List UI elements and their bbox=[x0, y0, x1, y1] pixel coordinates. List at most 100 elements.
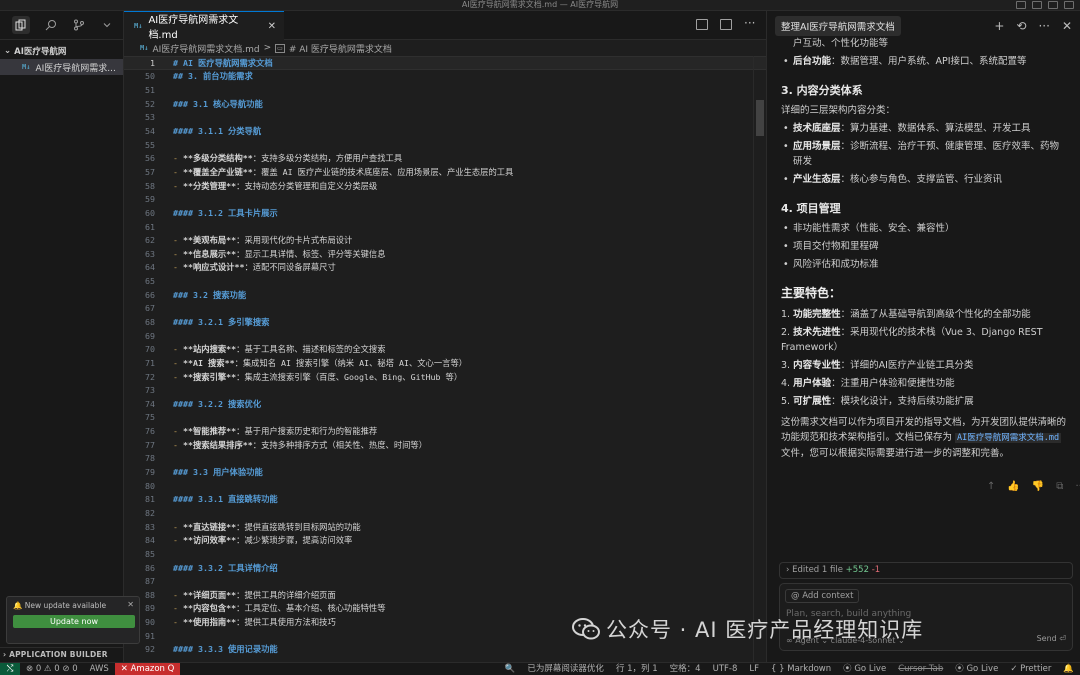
chevron-down-icon[interactable] bbox=[100, 18, 114, 32]
notifications-icon[interactable]: 🔔 bbox=[1057, 663, 1080, 675]
code-line[interactable]: 57- **覆盖全产业链**：覆盖 AI 医疗产业链的技术底座层、应用场景层、产… bbox=[124, 165, 766, 179]
code-line[interactable]: 55 bbox=[124, 138, 766, 152]
aws-status[interactable]: AWS bbox=[84, 663, 115, 675]
title-bar: AI医疗导航网需求文档.md — AI医疗导航网 bbox=[0, 0, 1080, 11]
code-line[interactable]: 53 bbox=[124, 111, 766, 125]
code-line[interactable]: 50 ## 3. 前台功能需求 bbox=[124, 70, 766, 84]
code-line[interactable]: 87 bbox=[124, 574, 766, 588]
code-line[interactable]: 79 ### 3.3 用户体验功能 bbox=[124, 465, 766, 479]
encoding[interactable]: UTF-8 bbox=[707, 663, 744, 675]
explorer-icon[interactable] bbox=[12, 16, 30, 34]
remote-icon[interactable]: ⤭ bbox=[0, 662, 20, 675]
code-line[interactable]: 77- **搜索结果排序**：支持多种排序方式（相关性、热度、时间等） bbox=[124, 438, 766, 452]
split-editor-icon[interactable] bbox=[720, 19, 732, 30]
customize-layout-icon[interactable] bbox=[1064, 1, 1074, 9]
line-number: 56 bbox=[145, 153, 155, 164]
code-line[interactable]: 56- **多级分类结构**：支持多级分类结构，方便用户查找工具 bbox=[124, 151, 766, 165]
code-line[interactable]: 75 bbox=[124, 411, 766, 425]
folder-root[interactable]: ⌄ AI医疗导航网 bbox=[0, 43, 123, 59]
file-link[interactable]: AI医疗导航网需求文档.md bbox=[955, 433, 1062, 443]
code-line[interactable]: 1 # AI 医疗导航网需求文档 bbox=[124, 56, 766, 70]
code-line[interactable]: 65 bbox=[124, 274, 766, 288]
line-ending[interactable]: LF bbox=[743, 663, 765, 675]
close-icon[interactable]: ✕ bbox=[1062, 19, 1072, 33]
code-line[interactable]: 78 bbox=[124, 452, 766, 466]
code-line[interactable]: 69 bbox=[124, 329, 766, 343]
code-line[interactable]: 67 bbox=[124, 302, 766, 316]
close-icon[interactable]: ✕ bbox=[127, 600, 134, 609]
code-line[interactable]: 82 bbox=[124, 506, 766, 520]
summary-text: 文件，您可以根据实际需要进行进一步的调整和完善。 bbox=[781, 448, 1010, 459]
edited-files-summary[interactable]: › Edited 1 file +552 -1 bbox=[779, 562, 1073, 579]
history-icon[interactable]: ⟲ bbox=[1016, 19, 1026, 33]
code-line[interactable]: 76- **智能推荐**：基于用户搜索历史和行为的智能推荐 bbox=[124, 424, 766, 438]
cursor-position[interactable]: 行 1，列 1 bbox=[610, 663, 664, 675]
send-button[interactable]: Send ⏎ bbox=[1037, 634, 1066, 643]
code-line[interactable]: 64- **响应式设计**：适配不同设备屏幕尺寸 bbox=[124, 261, 766, 275]
close-icon[interactable]: ✕ bbox=[268, 21, 276, 32]
code-line[interactable]: 73 bbox=[124, 383, 766, 397]
tab-requirements-doc[interactable]: M↓ AI医疗导航网需求文档.md ✕ bbox=[124, 11, 284, 41]
code-line[interactable]: 70- **站内搜索**：基于工具名称、描述和标签的全文搜索 bbox=[124, 342, 766, 356]
zoom-icon[interactable]: 🔍 bbox=[499, 663, 522, 675]
indentation[interactable]: 空格：4 bbox=[664, 663, 707, 675]
scroll-top-icon[interactable]: ↑ bbox=[987, 481, 995, 492]
code-line[interactable]: 52 ### 3.1 核心导航功能 bbox=[124, 97, 766, 111]
thumbs-up-icon[interactable]: 👍 bbox=[1007, 481, 1019, 492]
line-content: - **详细页面**：提供工具的详细介绍页面 bbox=[155, 589, 336, 601]
code-line[interactable]: 63- **信息展示**：显示工具详情、标签、评分等关键信息 bbox=[124, 247, 766, 261]
more-actions-icon[interactable]: ··· bbox=[1075, 481, 1080, 492]
go-live-status[interactable]: ⦿ Go Live bbox=[949, 663, 1004, 675]
problems-indicator[interactable]: ⊗ 0 ⚠ 0 ⊘ 0 bbox=[20, 663, 84, 675]
copy-icon[interactable]: ⧉ bbox=[1056, 481, 1063, 492]
code-line[interactable]: 72- **搜索引擎**：集成主流搜索引擎（百度、Google、Bing、Git… bbox=[124, 370, 766, 384]
code-line[interactable]: 81 #### 3.3.1 直接跳转功能 bbox=[124, 493, 766, 507]
code-line[interactable]: 61 bbox=[124, 220, 766, 234]
add-context-button[interactable]: @ Add context bbox=[785, 589, 860, 603]
code-line[interactable]: 62- **美观布局**：采用现代化的卡片式布局设计 bbox=[124, 233, 766, 247]
file-item[interactable]: M↓ AI医疗导航网需求... bbox=[0, 59, 123, 75]
source-control-icon[interactable] bbox=[72, 18, 86, 32]
search-icon[interactable] bbox=[44, 18, 58, 32]
vertical-scrollbar[interactable] bbox=[756, 100, 764, 136]
code-line[interactable]: 68 #### 3.2.1 多引擎搜索 bbox=[124, 315, 766, 329]
code-line[interactable]: 84- **访问效率**：减少繁琐步骤，提高访问效率 bbox=[124, 533, 766, 547]
list-dash: - bbox=[173, 344, 183, 355]
code-line[interactable]: 83- **直达链接**：提供直接跳转到目标网站的功能 bbox=[124, 520, 766, 534]
open-preview-icon[interactable] bbox=[696, 19, 708, 30]
application-builder-section[interactable]: › APPLICATION BUILDER bbox=[0, 647, 124, 659]
code-line[interactable]: 54 #### 3.1.1 分类导航 bbox=[124, 124, 766, 138]
breadcrumb-heading[interactable]: # AI 医疗导航网需求文档 bbox=[289, 42, 392, 55]
code-line[interactable]: 71- **AI 搜索**：集成知名 AI 搜索引擎（纳米 AI、秘塔 AI、文… bbox=[124, 356, 766, 370]
plain-text: ：显示工具详情、标签、评分等关键信息 bbox=[236, 248, 386, 259]
cursor-tab-status[interactable]: Cursor Tab bbox=[892, 663, 949, 675]
code-line[interactable]: 59 bbox=[124, 192, 766, 206]
code-line[interactable]: 92 #### 3.3.3 使用记录功能 bbox=[124, 643, 766, 657]
toggle-sidebar-icon[interactable] bbox=[1016, 1, 1026, 9]
breadcrumb-file[interactable]: AI医疗导航网需求文档.md bbox=[152, 42, 259, 55]
code-line[interactable]: 74 #### 3.2.2 搜索优化 bbox=[124, 397, 766, 411]
screen-reader-status[interactable]: 已为屏幕阅读器优化 bbox=[521, 663, 610, 675]
code-line[interactable]: 85 bbox=[124, 547, 766, 561]
go-live-status[interactable]: ⦿ Go Live bbox=[837, 663, 892, 675]
new-chat-icon[interactable]: + bbox=[994, 19, 1004, 33]
thumbs-down-icon[interactable]: 👎 bbox=[1032, 481, 1044, 492]
language-mode[interactable]: { } Markdown bbox=[765, 663, 837, 675]
code-line[interactable]: 58- **分类管理**：支持动态分类管理和自定义分类层级 bbox=[124, 179, 766, 193]
more-actions-icon[interactable]: ··· bbox=[1038, 19, 1049, 33]
toggle-panel-icon[interactable] bbox=[1032, 1, 1042, 9]
code-line[interactable]: 51 bbox=[124, 83, 766, 97]
prettier-status[interactable]: ✓ Prettier bbox=[1004, 663, 1057, 675]
code-line[interactable]: 80 bbox=[124, 479, 766, 493]
code-line[interactable]: 88- **详细页面**：提供工具的详细介绍页面 bbox=[124, 588, 766, 602]
toggle-secondary-sidebar-icon[interactable] bbox=[1048, 1, 1058, 9]
code-editor[interactable]: 1 # AI 医疗导航网需求文档 50 ## 3. 前台功能需求 51 52 ### 3.1… bbox=[124, 56, 766, 662]
code-line[interactable]: 66 ### 3.2 搜索功能 bbox=[124, 288, 766, 302]
chat-tab-title[interactable]: 整理AI医疗导航网需求文档 bbox=[775, 15, 901, 36]
code-line[interactable]: 86 #### 3.3.2 工具详情介绍 bbox=[124, 561, 766, 575]
amazon-q-status[interactable]: ✕ Amazon Q bbox=[114, 662, 181, 675]
markdown-icon: M↓ bbox=[134, 22, 143, 30]
update-now-button[interactable]: Update now bbox=[13, 615, 135, 628]
code-line[interactable]: 60 #### 3.1.2 工具卡片展示 bbox=[124, 206, 766, 220]
more-actions-icon[interactable]: ··· bbox=[744, 17, 756, 30]
